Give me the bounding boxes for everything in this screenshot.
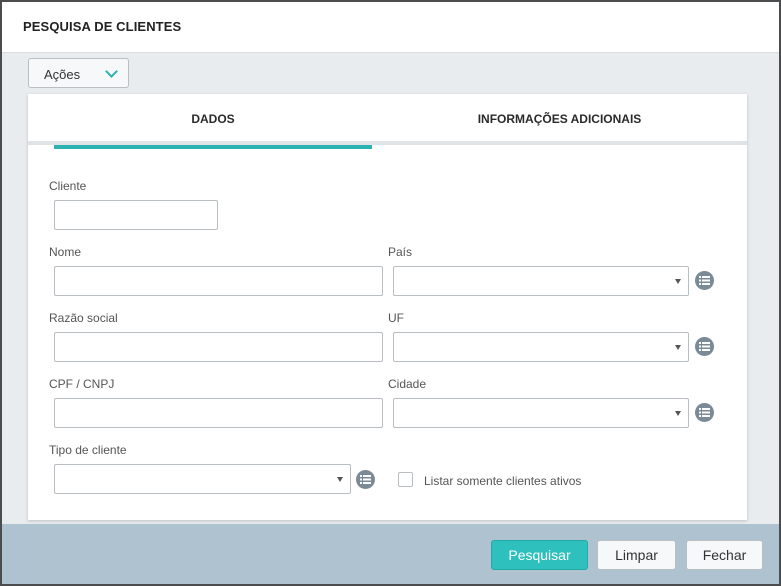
chevron-down-icon	[105, 65, 118, 78]
caret-down-icon	[675, 345, 681, 350]
dialog-header: PESQUISA DE CLIENTES	[2, 2, 779, 53]
cliente-label: Cliente	[49, 179, 87, 193]
search-button[interactable]: Pesquisar	[491, 540, 588, 570]
nome-input[interactable]	[54, 266, 383, 296]
cidade-select[interactable]	[393, 398, 689, 428]
list-icon	[360, 475, 371, 484]
caret-down-icon	[337, 477, 343, 482]
actions-label: Ações	[44, 67, 81, 82]
cpf-cnpj-input[interactable]	[54, 398, 383, 428]
tipo-cliente-label: Tipo de cliente	[49, 443, 127, 457]
razao-social-input[interactable]	[54, 332, 383, 362]
nome-label: Nome	[49, 245, 82, 259]
tab-dados-label: DADOS	[191, 112, 235, 126]
actions-dropdown-button[interactable]: Ações	[28, 58, 129, 88]
razao-social-label: Razão social	[49, 311, 118, 325]
uf-select[interactable]	[393, 332, 689, 362]
ativos-checkbox[interactable]	[398, 472, 413, 487]
pais-label: País	[388, 245, 413, 259]
pais-select[interactable]	[393, 266, 689, 296]
list-icon	[699, 342, 710, 351]
list-icon	[699, 276, 710, 285]
caret-down-icon	[675, 279, 681, 284]
tab-dados[interactable]: DADOS	[54, 94, 372, 149]
pais-list-button[interactable]	[695, 271, 714, 290]
uf-label: UF	[388, 311, 404, 325]
close-button[interactable]: Fechar	[686, 540, 763, 570]
form-panel: DADOS INFORMAÇÕES ADICIONAIS Cliente Nom…	[28, 94, 747, 520]
clear-button[interactable]: Limpar	[597, 540, 676, 570]
cliente-input[interactable]	[54, 200, 218, 230]
tab-informacoes-adicionais[interactable]: INFORMAÇÕES ADICIONAIS	[372, 94, 747, 145]
list-icon	[699, 408, 710, 417]
dialog-footer: Pesquisar Limpar Fechar	[2, 524, 779, 584]
tipo-cliente-list-button[interactable]	[356, 470, 375, 489]
cidade-label: Cidade	[388, 377, 427, 391]
cpf-cnpj-label: CPF / CNPJ	[49, 377, 115, 391]
caret-down-icon	[675, 411, 681, 416]
dialog-title: PESQUISA DE CLIENTES	[23, 19, 182, 34]
uf-list-button[interactable]	[695, 337, 714, 356]
tab-informacoes-adicionais-label: INFORMAÇÕES ADICIONAIS	[477, 112, 642, 126]
tipo-cliente-select[interactable]	[54, 464, 351, 494]
search-clients-dialog: PESQUISA DE CLIENTES Ações DADOS INFORMA…	[0, 0, 781, 586]
tab-bar: DADOS INFORMAÇÕES ADICIONAIS	[28, 94, 747, 149]
ativos-checkbox-label[interactable]: Listar somente clientes ativos	[424, 474, 581, 488]
cidade-list-button[interactable]	[695, 403, 714, 422]
